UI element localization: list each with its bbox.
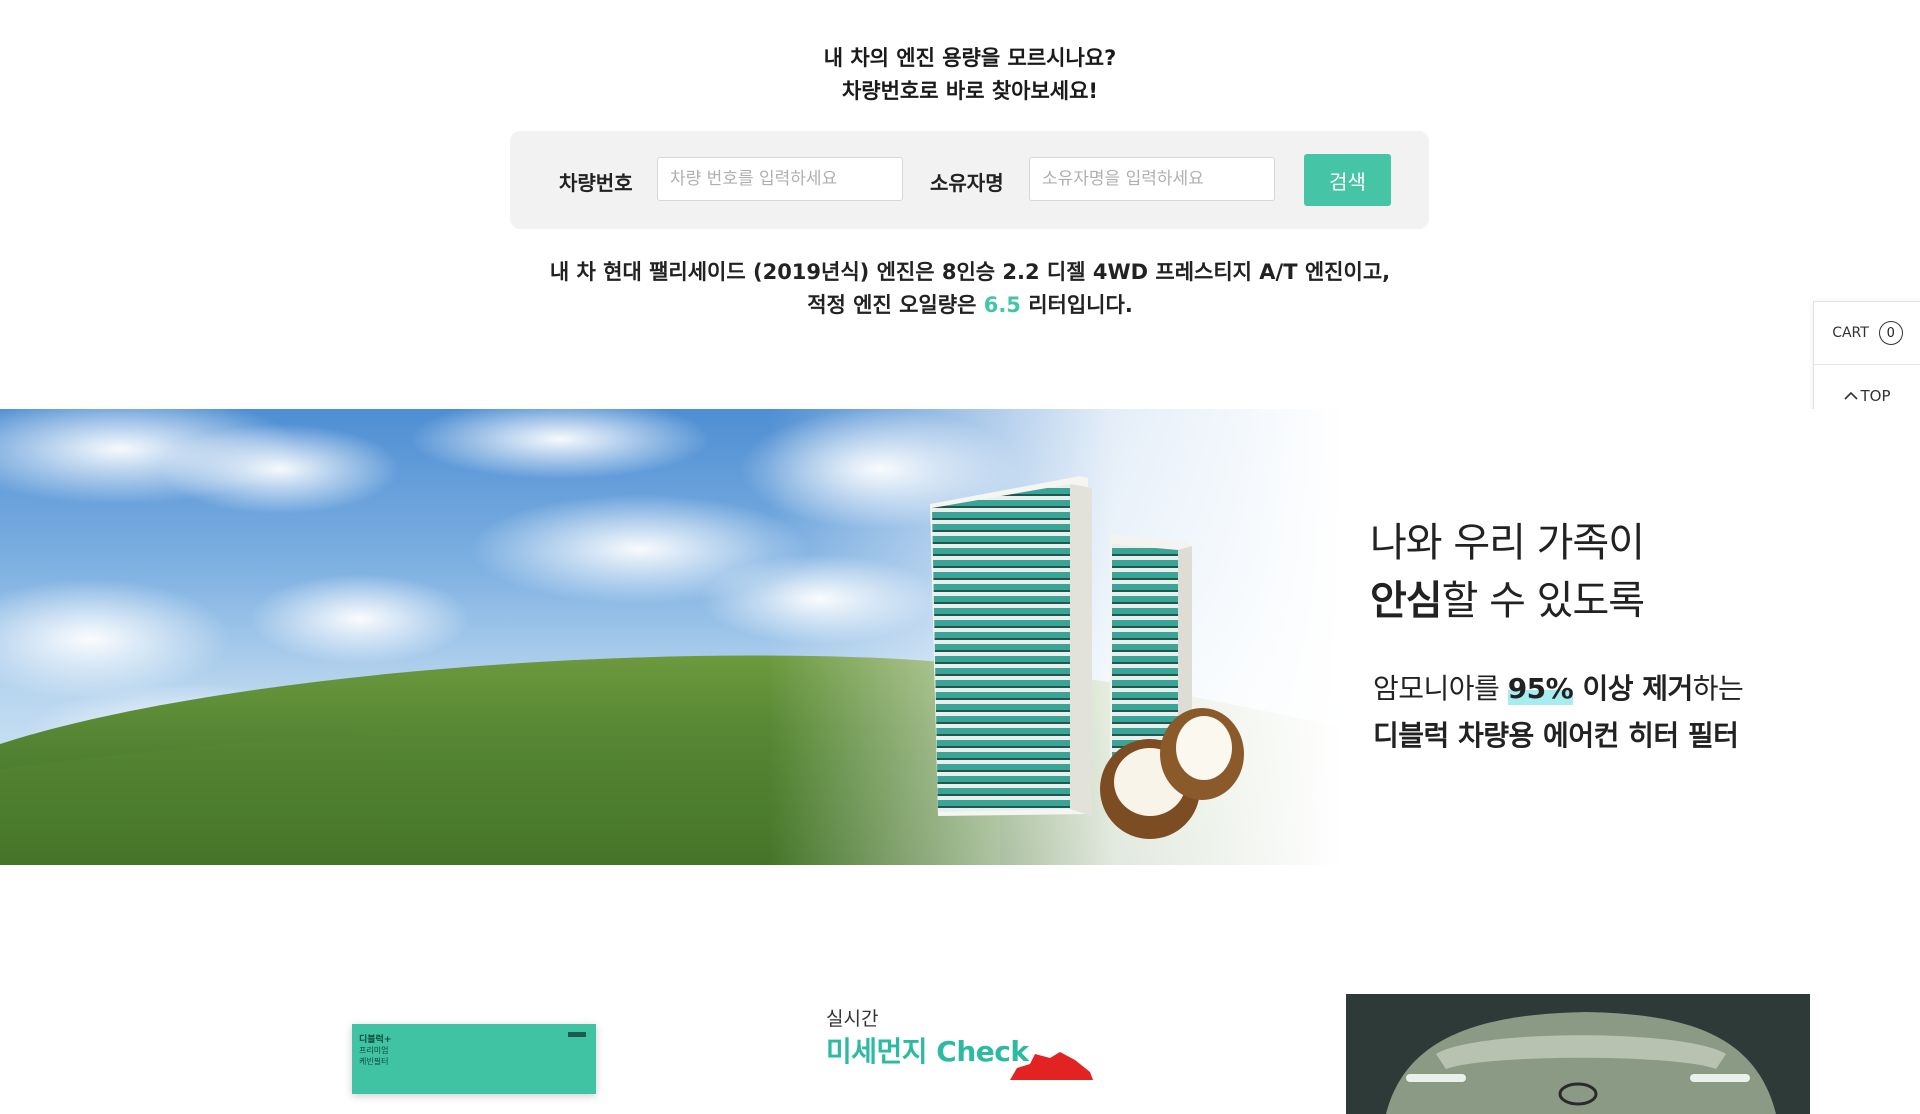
plate-number-input[interactable] [657,157,903,201]
banner-title-rest: 할 수 있도록 [1441,578,1645,624]
box-brand-text: 디블럭+ [359,1035,392,1045]
korea-map-icon [1010,1052,1093,1080]
plate-number-label: 차량번호 [559,171,633,195]
dust-check-title[interactable]: 미세먼지 Check [826,1030,1029,1070]
banner-title-line-2: 안심할 수 있도록 [1370,572,1645,630]
owner-name-input[interactable] [1029,157,1275,201]
oil-amount-value: 6.5 [983,293,1021,317]
banner-sub-line-1: 암모니아를 95% 이상 제거하는 [1373,665,1744,712]
banner-title: 나와 우리 가족이 안심할 수 있도록 [1370,514,1645,630]
banner-sub-prefix: 암모니아를 [1373,672,1508,705]
cabin-filter-product-image [930,476,1244,839]
chevron-up-icon [1844,391,1859,400]
car-photo[interactable] [1346,994,1810,1114]
dust-check-kicker: 실시간 [826,1008,879,1030]
owner-name-label: 소유자명 [930,171,1004,195]
engine-lookup-result: 내 차 현대 팰리세이드 (2019년식) 엔진은 8인승 2.2 디젤 4WD… [0,256,1920,322]
car-front-illustration [1346,994,1810,1114]
box-line-2: 프리미엄 [359,1046,389,1055]
question-line-2: 차량번호로 바로 찾아보세요! [841,79,1099,103]
result-prefix: 적정 엔진 오일량은 [807,293,984,317]
box-badge [568,1032,586,1037]
banner-sub-line-2: 디블럭 차량용 에어컨 히터 필터 [1373,719,1739,752]
result-suffix: 리터입니다. [1020,293,1133,317]
result-line-2: 적정 엔진 오일량은 6.5 리터입니다. [0,289,1920,322]
top-label: TOP [1860,387,1891,405]
banner-sub-strong: 이상 제거 [1573,672,1693,705]
box-line-3: 케빈필터 [359,1057,389,1066]
result-line-1: 내 차 현대 팰리세이드 (2019년식) 엔진은 8인승 2.2 디젤 4WD… [549,260,1391,284]
banner-sub-percent: 95% [1507,672,1574,705]
filter-box-thumbnail[interactable]: 디블럭+ 프리미엄 케빈필터 [352,1024,596,1094]
cart-count-badge: 0 [1878,321,1903,345]
plate-search-form: 차량번호 소유자명 검색 [510,131,1429,229]
product-banner: 나와 우리 가족이 안심할 수 있도록 암모니아를 95% 이상 제거하는 디블… [0,409,1920,865]
cart-button[interactable]: CART 0 [1814,302,1920,365]
engine-lookup-question: 내 차의 엔진 용량을 모르시나요? 차량번호로 바로 찾아보세요! [0,42,1920,108]
question-line-1: 내 차의 엔진 용량을 모르시나요? [823,46,1117,70]
banner-title-emphasis: 안심 [1370,578,1443,624]
banner-sub-suffix: 하는 [1692,672,1744,705]
banner-subtitle: 암모니아를 95% 이상 제거하는 디블럭 차량용 에어컨 히터 필터 [1373,665,1744,759]
search-button[interactable]: 검색 [1304,154,1391,206]
banner-title-line-1: 나와 우리 가족이 [1370,520,1645,566]
cart-label: CART [1832,325,1869,341]
